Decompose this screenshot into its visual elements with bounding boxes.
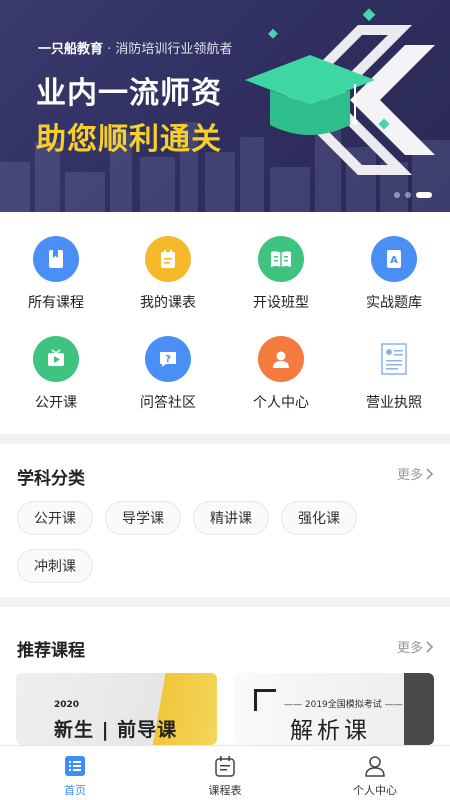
subject-chip[interactable]: 冲刺课 (17, 549, 93, 583)
question-bank-icon: A (371, 236, 417, 282)
tab-schedule[interactable]: 课程表 (150, 746, 300, 800)
banner-headline-1: 业内一流师资 (36, 76, 222, 111)
brand-name: 一只船教育 (38, 42, 104, 57)
course-card-orientation[interactable]: 2020 新生 | 前导课 (16, 673, 217, 745)
grid-item-label: 实战题库 (366, 295, 422, 311)
license-icon (371, 336, 417, 382)
book-icon (33, 236, 79, 282)
course-title: 解析课 (290, 718, 371, 744)
subject-section: 学科分类 更多 公开课 导学课 精讲课 强化课 冲刺课 (0, 444, 450, 597)
bottom-tab-bar: 首页 课程表 个人中心 (0, 745, 450, 800)
tab-label: 个人中心 (353, 784, 397, 797)
subject-chip[interactable]: 精讲课 (193, 501, 269, 535)
tv-play-icon (33, 336, 79, 382)
corner-bracket-decoration (254, 689, 276, 711)
promo-banner[interactable]: 一只船教育 · 消防培训行业领航者 业内一流师资 助您顺利通关 (0, 0, 450, 212)
recommend-more-link[interactable]: 更多 (397, 637, 434, 656)
open-book-icon (258, 236, 304, 282)
graduation-cap-icon (245, 8, 435, 175)
grid-item-all-courses[interactable]: 所有课程 (0, 236, 112, 312)
schedule-icon (213, 754, 237, 778)
user-icon (363, 754, 387, 778)
grid-item-qa-community[interactable]: ? 问答社区 (112, 336, 224, 412)
grid-item-my-schedule[interactable]: 我的课表 (112, 236, 224, 312)
grid-item-label: 问答社区 (140, 395, 196, 411)
pagination-dot[interactable] (394, 192, 400, 198)
person-icon (258, 336, 304, 382)
subject-chip[interactable]: 强化课 (281, 501, 357, 535)
course-year: 2020 (54, 700, 80, 710)
question-bubble-icon: ? (145, 336, 191, 382)
svg-text:?: ? (165, 354, 171, 365)
grid-item-label: 个人中心 (253, 395, 309, 411)
pagination-dot[interactable] (405, 192, 411, 198)
grid-item-label: 公开课 (35, 395, 77, 411)
notepad-icon (145, 236, 191, 282)
pagination-dot-active[interactable] (416, 192, 432, 198)
home-list-icon (63, 754, 87, 778)
subject-section-title: 学科分类 (17, 469, 85, 489)
grid-item-class-types[interactable]: 开设班型 (225, 236, 337, 312)
grid-item-label: 营业执照 (366, 395, 422, 411)
banner-headline-2: 助您顺利通关 (36, 122, 222, 157)
banner-brand: 一只船教育 · 消防培训行业领航者 (38, 38, 232, 57)
svg-text:A: A (390, 255, 398, 266)
tab-personal-center[interactable]: 个人中心 (300, 746, 450, 800)
course-subtitle: —— 2019全国模拟考试 —— (284, 700, 403, 710)
course-card-analysis[interactable]: —— 2019全国模拟考试 —— 解析课 (234, 673, 434, 745)
brand-slogan: · 消防培训行业领航者 (107, 42, 233, 57)
grid-item-label: 开设班型 (253, 295, 309, 311)
grid-item-business-license[interactable]: 营业执照 (338, 336, 450, 412)
chevron-right-icon (426, 640, 434, 653)
tab-label: 首页 (64, 784, 86, 797)
quick-entry-grid: 所有课程 我的课表 开设班型 A 实战题库 公开课 ? 问答社区 个人中心 营业… (0, 212, 450, 434)
grid-item-label: 我的课表 (140, 295, 196, 311)
tab-label: 课程表 (208, 784, 242, 797)
grid-item-question-bank[interactable]: A 实战题库 (338, 236, 450, 312)
grid-item-personal-center[interactable]: 个人中心 (225, 336, 337, 412)
more-label: 更多 (396, 468, 423, 483)
subject-more-link[interactable]: 更多 (397, 464, 434, 483)
course-title: 新生 | 前导课 (54, 719, 178, 741)
recommend-section-title: 推荐课程 (17, 641, 85, 661)
more-label: 更多 (396, 641, 423, 656)
grid-item-open-class[interactable]: 公开课 (0, 336, 112, 412)
subject-chip[interactable]: 公开课 (17, 501, 93, 535)
grid-item-label: 所有课程 (28, 295, 84, 311)
chevron-right-icon (426, 467, 434, 480)
subject-chip[interactable]: 导学课 (105, 501, 181, 535)
banner-pagination (394, 192, 432, 198)
tab-home[interactable]: 首页 (0, 746, 150, 800)
